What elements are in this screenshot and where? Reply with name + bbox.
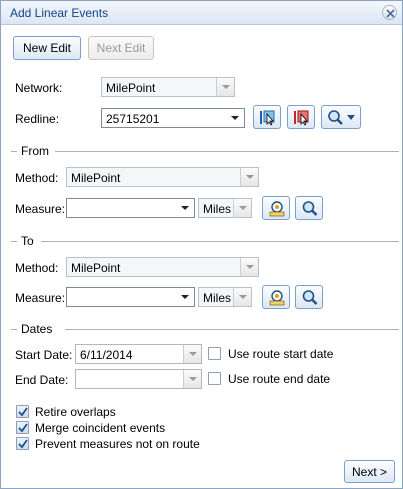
dates-section-header: Dates [11,322,399,336]
redline-label: Redline: [15,112,60,126]
magnifier-dropdown-icon [328,110,355,125]
to-measure-input[interactable] [66,287,195,307]
from-units-select[interactable]: Miles [198,198,252,218]
start-date-picker[interactable]: 6/11/2014 [75,344,202,364]
from-title: From [21,144,53,158]
to-section-header: To [11,234,399,248]
measure-tool-icon [269,201,285,217]
from-measure-input[interactable] [66,198,195,218]
start-date-value: 6/11/2014 [80,348,133,362]
magnifier-icon [302,290,318,305]
panel-title: Add Linear Events [10,6,109,20]
chevron-down-icon[interactable] [226,109,244,127]
close-button[interactable] [382,5,397,20]
to-measure-tool-button[interactable] [262,285,290,309]
chevron-down-icon[interactable] [176,199,194,217]
from-measure-tool-button[interactable] [262,196,290,220]
end-date-label: End Date: [15,373,69,387]
use-route-end-date-label: Use route end date [228,372,331,386]
close-icon [386,9,395,18]
chevron-down-icon[interactable] [183,345,201,363]
network-label: Network: [15,81,63,95]
merge-coincident-events-label: Merge coincident events [35,421,166,435]
to-measure-label: Measure: [15,291,66,305]
network-value: MilePoint [106,81,156,95]
from-section-header: From [11,144,399,158]
redline-value: 25715201 [106,112,160,126]
use-route-end-date-checkbox[interactable] [208,372,221,385]
from-method-value: MilePoint [71,171,121,185]
retire-overlaps-label: Retire overlaps [35,405,116,419]
prevent-measures-checkbox[interactable] [16,437,29,450]
from-zoom-button[interactable] [295,196,323,220]
use-route-start-date-label: Use route start date [228,347,334,361]
to-method-value: MilePoint [71,261,121,275]
from-units-value: Miles [203,202,232,216]
from-measure-label: Measure: [15,202,66,216]
select-route-button[interactable] [253,105,281,129]
chevron-down-icon[interactable] [233,199,251,217]
start-date-label: Start Date: [15,348,73,362]
chevron-down-icon[interactable] [176,288,194,306]
from-method-select[interactable]: MilePoint [66,167,259,187]
chevron-down-icon[interactable] [240,168,258,186]
use-route-start-date-checkbox[interactable] [208,347,221,360]
checkmark-icon [18,407,28,417]
redline-select[interactable]: 25715201 [101,108,245,128]
next-edit-button[interactable]: Next Edit [88,36,154,60]
checkmark-icon [18,439,28,449]
title-bar: Add Linear Events [1,1,402,25]
chevron-down-icon[interactable] [240,258,258,276]
next-button[interactable]: Next > [344,460,395,483]
to-method-label: Method: [15,261,59,275]
measure-tool-icon [269,290,285,306]
zoom-dropdown-button[interactable] [321,105,361,129]
end-date-picker[interactable] [75,369,202,389]
clear-selection-icon [294,110,309,126]
checkmark-icon [18,423,28,433]
dates-title: Dates [21,322,57,336]
from-method-label: Method: [15,171,59,185]
select-route-icon [260,110,275,126]
magnifier-icon [302,201,318,216]
network-select[interactable]: MilePoint [101,77,235,97]
retire-overlaps-checkbox[interactable] [16,405,29,418]
new-edit-button[interactable]: New Edit [13,36,81,60]
chevron-down-icon[interactable] [233,288,251,306]
merge-coincident-events-checkbox[interactable] [16,421,29,434]
to-units-value: Miles [203,291,232,305]
chevron-down-icon[interactable] [183,370,201,388]
prevent-measures-label: Prevent measures not on route [35,437,200,451]
chevron-down-icon[interactable] [216,78,234,96]
to-units-select[interactable]: Miles [198,287,252,307]
to-method-select[interactable]: MilePoint [66,257,259,277]
to-zoom-button[interactable] [295,285,323,309]
clear-selection-button[interactable] [287,105,315,129]
add-linear-events-panel: Add Linear Events New Edit Next Edit Net… [0,0,403,489]
to-title: To [21,234,38,248]
